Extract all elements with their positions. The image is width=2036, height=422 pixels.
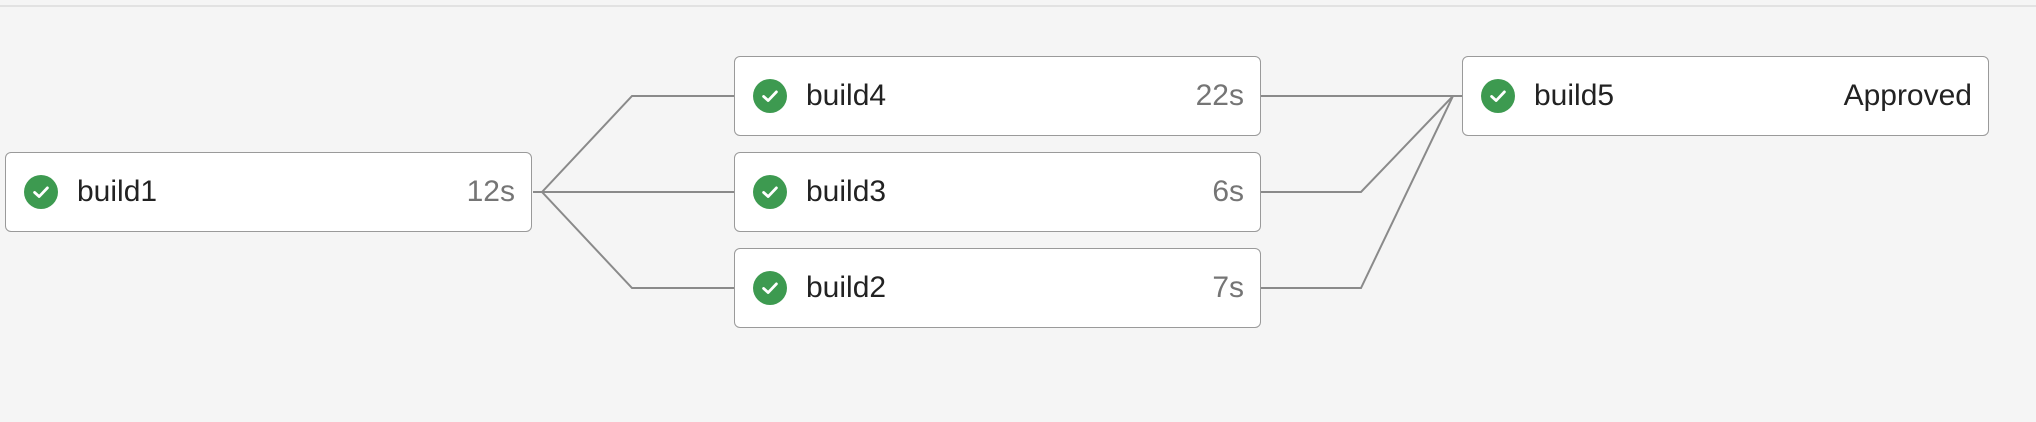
- edge-build1-build2: [533, 191, 734, 289]
- edge-build3-build5: [1261, 95, 1462, 193]
- job-card-build3[interactable]: build3 6s: [734, 152, 1261, 232]
- job-name: build3: [806, 175, 887, 208]
- job-duration: 12s: [466, 175, 515, 208]
- job-card-build5[interactable]: build5 Approved: [1462, 56, 1989, 136]
- approval-status: Approved: [1843, 79, 1972, 112]
- check-circle-icon: [753, 271, 787, 305]
- check-circle-icon: [24, 175, 58, 209]
- job-card-build1[interactable]: build1 12s: [5, 152, 532, 232]
- job-duration: 6s: [1212, 175, 1244, 208]
- job-name: build5: [1534, 79, 1615, 112]
- edge-build1-build4: [533, 95, 734, 193]
- job-duration: 22s: [1195, 79, 1244, 112]
- job-duration: 7s: [1212, 271, 1244, 304]
- check-circle-icon: [753, 175, 787, 209]
- job-name: build4: [806, 79, 887, 112]
- job-card-build4[interactable]: build4 22s: [734, 56, 1261, 136]
- job-name: build1: [77, 175, 158, 208]
- check-circle-icon: [753, 79, 787, 113]
- job-card-build2[interactable]: build2 7s: [734, 248, 1261, 328]
- job-name: build2: [806, 271, 887, 304]
- pipeline-graph: build1 12s build4 22s build3 6s build2 7…: [0, 0, 2036, 422]
- check-circle-icon: [1481, 79, 1515, 113]
